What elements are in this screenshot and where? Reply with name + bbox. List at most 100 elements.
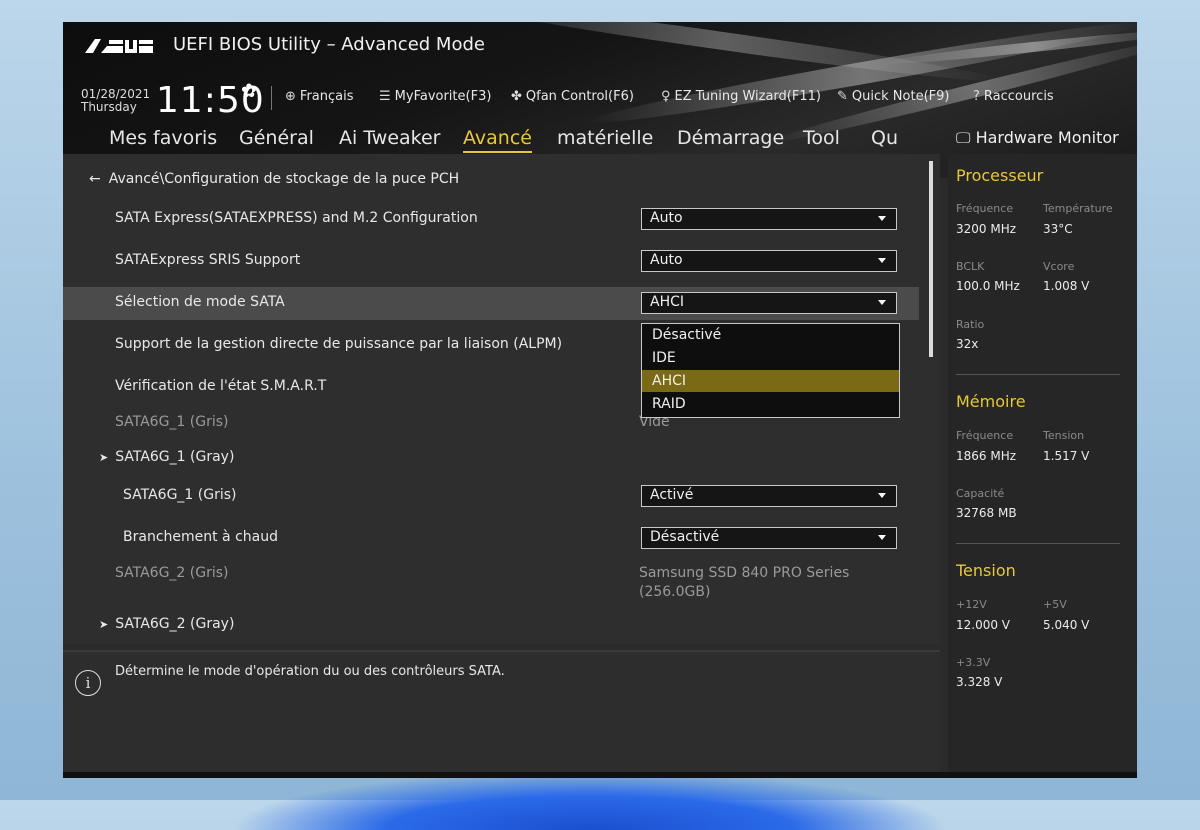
language-label: Français	[299, 89, 354, 104]
sata-mode-select[interactable]: AHCI	[641, 292, 897, 314]
tab-tool[interactable]: Tool	[803, 127, 840, 149]
sata6g2-gray-submenu[interactable]: ➤ SATA6G_2 (Gray)	[99, 616, 234, 632]
hotplug-label: Branchement à chaud	[123, 529, 278, 545]
myfavorite-label: MyFavorite(F3)	[394, 89, 492, 104]
hardware-monitor-label: Hardware Monitor	[975, 128, 1119, 147]
asus-logo	[85, 39, 153, 53]
alpm-label: Support de la gestion directe de puissan…	[115, 336, 563, 352]
date-display: 01/28/2021 Thursday	[81, 88, 150, 114]
mem-tension-label: Tension	[1043, 429, 1085, 442]
v5-label: +5V	[1043, 598, 1067, 611]
sata6g1-sub-select[interactable]: Activé	[641, 485, 897, 507]
quick-note-label: Quick Note(F9)	[851, 89, 950, 104]
sris-value: Auto	[650, 252, 683, 268]
hotplug-value: Désactivé	[650, 529, 720, 545]
sata6g2-device-line2: (256.0GB)	[639, 584, 711, 600]
ez-tuning-label: EZ Tuning Wizard(F11)	[674, 89, 821, 104]
info-icon: i	[75, 670, 101, 696]
memoire-heading: Mémoire	[956, 392, 1026, 411]
sata6g1-sub-label: SATA6G_1 (Gris)	[123, 487, 237, 503]
submenu-arrow-icon: ➤	[99, 618, 109, 631]
tension-heading: Tension	[956, 561, 1016, 580]
mem-cap-value: 32768 MB	[956, 506, 1017, 520]
dropdown-option-ide[interactable]: IDE	[642, 347, 899, 369]
mem-cap-label: Capacité	[956, 487, 1005, 500]
sris-label: SATAExpress SRIS Support	[115, 252, 301, 268]
sata6g2-device-line1: Samsung SSD 840 PRO Series	[639, 565, 850, 581]
dropdown-option-desactive[interactable]: Désactivé	[642, 324, 899, 346]
v12-value: 12.000 V	[956, 618, 1011, 632]
cpu-temp-label: Température	[1043, 202, 1113, 215]
gear-icon[interactable]: ✿	[241, 80, 257, 102]
shortcuts-button[interactable]: ? Raccourcis	[973, 89, 1054, 104]
breadcrumb-text: Avancé\Configuration de stockage de la p…	[108, 171, 460, 187]
submenu-arrow-icon: ➤	[99, 451, 109, 464]
sata6g2-gray-label: SATA6G_2 (Gray)	[115, 616, 235, 632]
tab-qu[interactable]: Qu	[871, 127, 898, 149]
dropdown-option-raid[interactable]: RAID	[642, 393, 899, 415]
ratio-value: 32x	[956, 337, 979, 351]
ez-tuning-button[interactable]: ♀ EZ Tuning Wizard(F11)	[661, 89, 821, 104]
bottom-status-bar	[63, 772, 1137, 778]
back-arrow-icon[interactable]: ←	[89, 171, 101, 187]
quick-note-button[interactable]: ✎ Quick Note(F9)	[837, 89, 949, 104]
sata6g1-gray-label: SATA6G_1 (Gray)	[115, 449, 235, 465]
section-divider	[956, 543, 1120, 544]
myfavorite-button[interactable]: ☰ MyFavorite(F3)	[379, 89, 491, 104]
chevron-down-icon	[878, 216, 886, 221]
app-title: UEFI BIOS Utility – Advanced Mode	[173, 34, 485, 55]
sata-mode-value: AHCI	[650, 294, 685, 310]
chevron-down-icon	[878, 300, 886, 305]
help-text: Détermine le mode d'opération du ou des …	[115, 664, 505, 679]
tab-ai-tweaker[interactable]: Ai Tweaker	[339, 127, 440, 149]
sata6g1-gray-submenu[interactable]: ➤ SATA6G_1 (Gray)	[99, 449, 234, 465]
sata6g2-gris-label: SATA6G_2 (Gris)	[115, 565, 229, 581]
chevron-down-icon	[878, 493, 886, 498]
globe-icon: ⊕	[285, 89, 296, 104]
note-icon: ✎	[837, 89, 848, 104]
sris-select[interactable]: Auto	[641, 250, 897, 272]
desktop-wallpaper	[230, 770, 950, 830]
mem-freq-label: Fréquence	[956, 429, 1014, 442]
tab-avance[interactable]: Avancé	[463, 127, 532, 153]
cpu-freq-label: Fréquence	[956, 202, 1014, 215]
sata-mode-label: Sélection de mode SATA	[115, 294, 285, 310]
qfan-label: Qfan Control(F6)	[525, 89, 634, 104]
sata-express-label: SATA Express(SATAEXPRESS) and M.2 Config…	[115, 210, 478, 226]
day-text: Thursday	[81, 100, 137, 114]
tab-mes-favoris[interactable]: Mes favoris	[109, 127, 217, 149]
list-icon: ☰	[379, 89, 391, 104]
ratio-label: Ratio	[956, 318, 985, 331]
hardware-monitor-panel: Processeur Fréquence Température 3200 MH…	[948, 154, 1137, 774]
tab-materielle[interactable]: matérielle	[557, 127, 653, 149]
mem-tension-value: 1.517 V	[1043, 449, 1090, 463]
hardware-monitor-title: 🖵 Hardware Monitor	[956, 128, 1119, 147]
tab-demarrage[interactable]: Démarrage	[677, 127, 784, 149]
smart-label: Vérification de l'état S.M.A.R.T	[115, 378, 327, 394]
sata-express-select[interactable]: Auto	[641, 208, 897, 230]
v33-label: +3.3V	[956, 656, 991, 669]
chevron-down-icon	[878, 535, 886, 540]
vcore-label: Vcore	[1043, 260, 1075, 273]
fan-icon: ✤	[511, 89, 522, 104]
bulb-icon: ♀	[661, 89, 671, 104]
hotplug-select[interactable]: Désactivé	[641, 527, 897, 549]
mem-freq-value: 1866 MHz	[956, 449, 1017, 463]
sata6g1-sub-value: Activé	[650, 487, 694, 503]
processeur-heading: Processeur	[956, 166, 1044, 185]
sata-express-value: Auto	[650, 210, 683, 226]
cpu-freq-value: 3200 MHz	[956, 222, 1017, 236]
language-button[interactable]: ⊕ Français	[285, 89, 354, 104]
vcore-value: 1.008 V	[1043, 279, 1090, 293]
scrollbar[interactable]	[929, 161, 933, 357]
chevron-down-icon	[878, 258, 886, 263]
qfan-button[interactable]: ✤ Qfan Control(F6)	[511, 89, 634, 104]
v33-value: 3.328 V	[956, 675, 1003, 689]
breadcrumb[interactable]: ← Avancé\Configuration de stockage de la …	[89, 171, 459, 187]
tab-general[interactable]: Général	[239, 127, 314, 149]
dropdown-option-ahci[interactable]: AHCI	[642, 370, 899, 392]
toolbar-divider	[271, 86, 272, 110]
settings-panel: ← Avancé\Configuration de stockage de la …	[63, 154, 940, 644]
help-panel: i Détermine le mode d'opération du ou de…	[63, 650, 940, 778]
sata6g1-gris-label: SATA6G_1 (Gris)	[115, 414, 229, 430]
